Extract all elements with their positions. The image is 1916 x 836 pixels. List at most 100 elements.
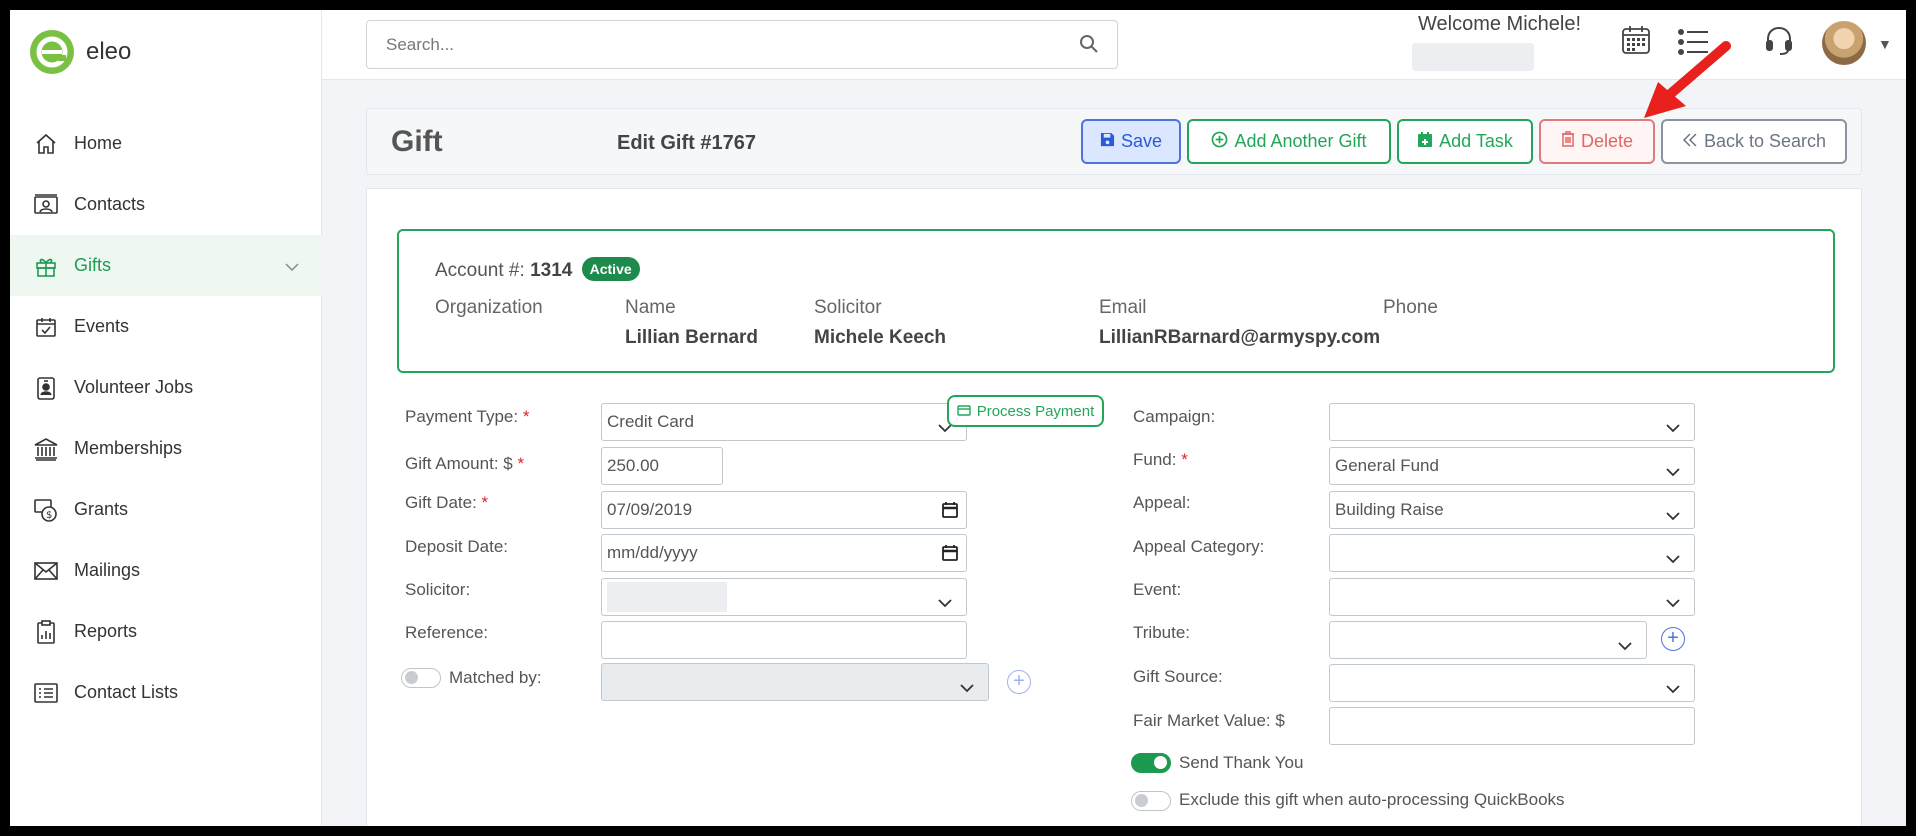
fair-market-value-input[interactable] <box>1329 707 1695 745</box>
sidebar-item-label: Contact Lists <box>74 682 179 702</box>
solicitor-select[interactable] <box>601 578 967 616</box>
gift-source-select[interactable] <box>1329 664 1695 702</box>
email-value[interactable]: LillianRBarnard@armyspy.com <box>1099 327 1380 349</box>
gift-amount-input[interactable]: 250.00 <box>601 447 723 485</box>
institution-icon <box>32 435 60 463</box>
calendar-icon[interactable] <box>942 501 958 523</box>
sidebar-item-home[interactable]: Home <box>10 113 322 174</box>
page-subtitle: Edit Gift #1767 <box>617 132 756 154</box>
deposit-date-placeholder: mm/dd/yyyy <box>607 543 698 562</box>
logo-text: eleo <box>86 38 132 65</box>
email-label: Email <box>1099 297 1147 318</box>
chevron-down-icon[interactable] <box>284 256 300 277</box>
fair-market-value-label: Fair Market Value: $ <box>1133 711 1285 730</box>
tribute-select[interactable] <box>1329 621 1647 659</box>
caret-down-icon[interactable]: ▼ <box>1878 36 1892 52</box>
status-badge: Active <box>581 257 640 281</box>
redacted-field <box>1412 43 1534 71</box>
appeal-category-select[interactable] <box>1329 534 1695 572</box>
add-another-gift-label: Add Another Gift <box>1234 131 1367 151</box>
calendar-check-icon <box>32 313 60 341</box>
toggle-knob <box>405 671 418 684</box>
sidebar-item-label: Volunteer Jobs <box>74 377 194 397</box>
payment-type-select[interactable]: Credit Card <box>601 403 967 441</box>
floppy-disk-icon <box>1100 131 1115 152</box>
add-matched-by-plus-icon[interactable]: + <box>1007 670 1031 694</box>
account-summary: Account #: 1314 Active Organization Name… <box>397 229 1835 373</box>
welcome-text: Welcome Michele! <box>1418 13 1582 35</box>
save-label: Save <box>1120 131 1163 151</box>
calendar-plus-icon <box>1417 131 1433 153</box>
search-icon[interactable] <box>1079 34 1099 59</box>
chevron-down-icon <box>960 678 974 698</box>
id-badge-icon <box>32 374 60 402</box>
process-payment-label: Process Payment <box>976 402 1095 420</box>
search-input[interactable] <box>367 21 1047 68</box>
sidebar-item-label: Gifts <box>74 255 112 275</box>
report-icon <box>32 618 60 646</box>
add-tribute-plus-icon[interactable]: + <box>1661 627 1685 651</box>
deposit-date-input[interactable]: mm/dd/yyyy <box>601 534 967 572</box>
gift-amount-value: 250.00 <box>607 456 659 475</box>
app-window: eleo Home Contacts Gifts Events Voluntee… <box>10 10 1906 826</box>
exclude-quickbooks-toggle[interactable] <box>1131 791 1171 811</box>
solicitor-value: Michele Keech <box>814 327 946 348</box>
process-payment-button[interactable]: Process Payment <box>947 395 1104 427</box>
payment-type-value: Credit Card <box>607 412 694 431</box>
search-box <box>366 20 1118 69</box>
campaign-select[interactable] <box>1329 403 1695 441</box>
solicitor-label: Solicitor: <box>405 580 471 599</box>
fund-select[interactable]: General Fund <box>1329 447 1695 485</box>
chevron-down-icon <box>1666 593 1680 613</box>
gift-date-value: 07/09/2019 <box>607 500 693 519</box>
sidebar-item-volunteer-jobs[interactable]: Volunteer Jobs <box>10 357 322 418</box>
add-another-gift-button[interactable]: Add Another Gift <box>1187 119 1391 164</box>
deposit-date-label: Deposit Date: <box>405 537 508 556</box>
page-title: Gift <box>391 125 443 158</box>
name-column: Name Lillian Bernard <box>625 297 758 349</box>
organization-label: Organization <box>435 297 543 318</box>
name-value[interactable]: Lillian Bernard <box>625 327 758 349</box>
reference-label: Reference: <box>405 623 489 642</box>
headset-icon[interactable] <box>1764 25 1794 62</box>
matched-by-toggle[interactable] <box>401 668 441 688</box>
event-select[interactable] <box>1329 578 1695 616</box>
credit-card-icon <box>957 403 971 420</box>
add-task-button[interactable]: Add Task <box>1397 119 1533 164</box>
avatar[interactable] <box>1822 21 1866 65</box>
sidebar-item-events[interactable]: Events <box>10 296 322 357</box>
sidebar-item-label: Reports <box>74 621 138 641</box>
gift-form-card: Account #: 1314 Active Organization Name… <box>366 188 1862 826</box>
sidebar-nav: Home Contacts Gifts Events Volunteer Job… <box>10 113 322 723</box>
sidebar-item-reports[interactable]: Reports <box>10 601 322 662</box>
account-number[interactable]: 1314 <box>530 260 572 281</box>
gift-date-input[interactable]: 07/09/2019 <box>601 491 967 529</box>
sidebar-item-gifts[interactable]: Gifts <box>10 235 322 296</box>
chevron-down-icon <box>1666 679 1680 699</box>
event-label: Event: <box>1133 580 1182 599</box>
annotation-arrow-icon <box>1644 41 1731 118</box>
phone-label: Phone <box>1383 297 1438 318</box>
send-thank-you-toggle[interactable] <box>1131 753 1171 773</box>
sidebar-item-memberships[interactable]: Memberships <box>10 418 322 479</box>
gift-icon <box>32 252 60 280</box>
delete-label: Delete <box>1580 131 1634 151</box>
eleo-logo-icon <box>30 30 74 74</box>
calendar-icon[interactable] <box>942 544 958 566</box>
sidebar-item-grants[interactable]: $ Grants <box>10 479 322 540</box>
sidebar-item-contact-lists[interactable]: Contact Lists <box>10 662 322 723</box>
sidebar-item-label: Memberships <box>74 438 183 458</box>
chevron-down-icon <box>1618 636 1632 656</box>
phone-column: Phone <box>1383 297 1438 327</box>
home-icon <box>32 130 60 158</box>
logo[interactable]: eleo <box>30 30 131 74</box>
chevron-down-icon <box>1666 462 1680 482</box>
toggle-knob <box>1135 794 1148 807</box>
sidebar: eleo Home Contacts Gifts Events Voluntee… <box>10 10 322 826</box>
appeal-select[interactable]: Building Raise <box>1329 491 1695 529</box>
sidebar-item-mailings[interactable]: Mailings <box>10 540 322 601</box>
reference-input[interactable] <box>601 621 967 659</box>
save-button[interactable]: Save <box>1081 119 1181 164</box>
sidebar-item-label: Mailings <box>74 560 141 580</box>
sidebar-item-contacts[interactable]: Contacts <box>10 174 322 235</box>
